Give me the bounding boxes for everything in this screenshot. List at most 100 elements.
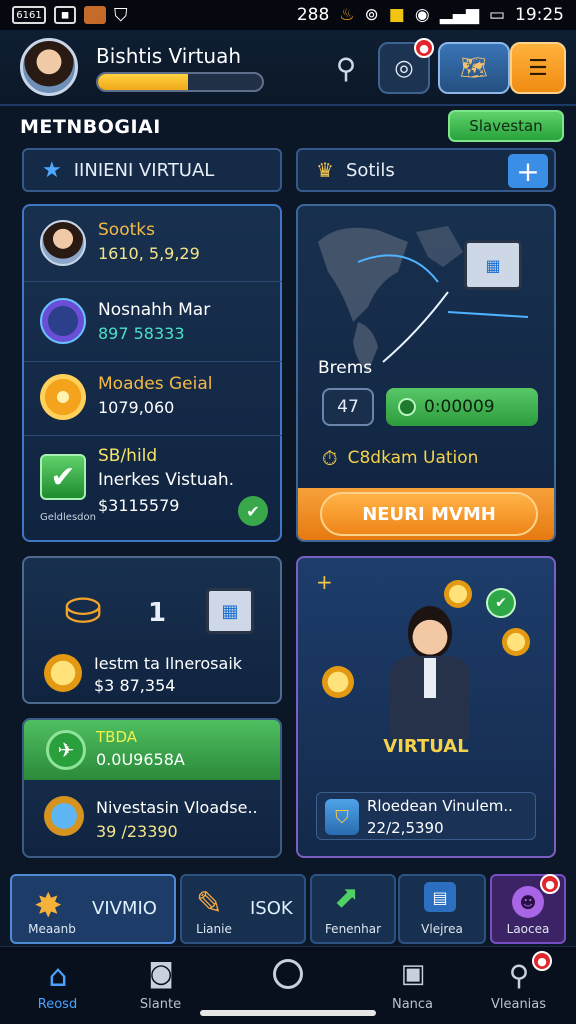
search-icon: ⚲	[335, 51, 357, 85]
briefcase-icon: ▣	[400, 959, 426, 989]
coin-icon	[44, 654, 82, 692]
item-value: $3115579	[98, 496, 180, 515]
chest-number: 1	[148, 598, 167, 628]
nav-home[interactable]: ⌂ Reosd	[0, 947, 115, 1024]
count-pill: 47	[322, 388, 374, 426]
status-bar: 6161 ◼ ⛉ 288 ♨ ⊚ ■ ◉ ▂▄▆ ▭ 19:25	[0, 0, 576, 30]
tablet-icon: ▦	[464, 240, 522, 290]
banner-value: 0.0U9658A	[96, 750, 185, 769]
nav-label: Reosd	[37, 997, 78, 1012]
cta-button[interactable]: NEURI MVMH	[320, 492, 538, 536]
tab-virtual[interactable]: ★ IINIENI VIRTUAL	[22, 148, 282, 192]
tab-label: Lianie	[196, 922, 232, 936]
balance-pill[interactable]: 0:00009	[386, 388, 538, 426]
card-title: Iestm ta Ilnerosaik	[94, 654, 243, 673]
stats-list-panel: Sootks 1610, 5,9,29 Nosnahh Mar 897 5833…	[22, 204, 282, 542]
item-value: 1079,060	[98, 398, 175, 417]
home-icon: ⌂	[48, 959, 68, 994]
coin-icon	[322, 666, 354, 698]
tab-label: IINIENI VIRTUAL	[73, 159, 215, 181]
item-subtitle: Inerkes Vistuah.	[98, 470, 235, 490]
card-value: $3 87,354	[94, 676, 176, 695]
xp-bar-fill	[98, 74, 189, 90]
tab-vivmio[interactable]: ✸ VIVMIO Meaanb	[10, 874, 176, 944]
avatar[interactable]	[20, 38, 78, 96]
green-banner[interactable]: ✈ TBDA 0.0U9658A	[24, 720, 280, 780]
nav-label: Vleanias	[490, 997, 547, 1012]
list-item[interactable]: Moades Geial 1079,060	[24, 362, 282, 436]
invest-value: 39 /23390	[96, 822, 178, 841]
coin-icon	[40, 374, 86, 420]
device-icon: ▦	[206, 588, 254, 634]
tab-label: Laocea	[506, 922, 550, 936]
alarm-icon: ⊚	[364, 5, 379, 25]
coin-icon	[398, 398, 416, 416]
wifi-icon: ◉	[414, 5, 430, 25]
coin-icon	[502, 628, 530, 656]
pencil-icon: ✎	[196, 884, 223, 922]
stopwatch-icon: ⏱	[322, 446, 338, 470]
list-item[interactable]: Sootks 1610, 5,9,29	[24, 206, 282, 282]
tab-fenenhar[interactable]: ⬈ Fenenhar	[310, 874, 396, 944]
section-title: METNBOGIAI	[20, 116, 161, 138]
treasure-chest-icon: ⛀	[63, 580, 103, 634]
notify-icon: ■	[388, 5, 405, 25]
search-button[interactable]: ⚲	[320, 42, 372, 94]
tab-skills[interactable]: ♛ Sotils +	[296, 148, 556, 192]
screen-icon: ◼	[54, 6, 76, 24]
home-indicator[interactable]	[200, 1010, 376, 1016]
balance-value: 0:00009	[424, 397, 495, 417]
invest-title: Nivestasin Vloadse..	[96, 798, 258, 817]
chest-card[interactable]: ⛀ 1 ▦ Iestm ta Ilnerosaik $3 87,354	[22, 556, 282, 704]
map-icon: 🗺	[460, 55, 488, 81]
tab-label: Meaanb	[28, 922, 76, 936]
item-caption: Geldlesdon	[40, 512, 96, 523]
item-value: 1610, 5,9,29	[98, 244, 200, 263]
menu-button[interactable]: ☰	[510, 42, 566, 94]
signal-icon: ▂▄▆	[439, 5, 479, 25]
coin-icon	[444, 580, 472, 608]
item-title: Nosnahh Mar	[98, 300, 211, 320]
profile-icon: ⚲	[508, 959, 530, 992]
tab-isok[interactable]: ✎ ISOK Lianie	[180, 874, 306, 944]
confirm-button[interactable]: ✔	[238, 496, 268, 526]
map-button[interactable]: 🗺	[438, 42, 510, 94]
notification-badge: ●	[532, 951, 552, 971]
bottom-tabs: ✸ VIVMIO Meaanb ✎ ISOK Lianie ⬈ Fenenhar…	[0, 874, 576, 946]
face-icon: ☻	[512, 886, 544, 918]
tab-laocea[interactable]: ☻ ● Laocea	[490, 874, 566, 944]
globe-icon	[40, 298, 86, 344]
virtual-card[interactable]: + ✔ VIRTUAL ⛉ Rloedean Vinulem.. 22/2,53…	[296, 556, 556, 858]
home-circle-icon	[273, 959, 303, 989]
add-button[interactable]: +	[508, 154, 548, 188]
checkmark-icon: ✔	[40, 454, 86, 500]
status-text: 288	[296, 5, 330, 25]
menu-icon: ☰	[528, 55, 548, 81]
row-box[interactable]: ⛉ Rloedean Vinulem.. 22/2,5390	[316, 792, 536, 840]
app-icon	[84, 6, 106, 24]
tab-label: Fenenhar	[324, 922, 382, 936]
tab-vlejrea[interactable]: ▤ Vlejrea	[398, 874, 486, 944]
avatar	[40, 220, 86, 266]
fire-icon: ♨	[339, 5, 355, 25]
section-action-button[interactable]: Slavestan	[448, 110, 564, 142]
xp-bar	[96, 72, 264, 92]
list-item[interactable]: Nosnahh Mar 897 58333	[24, 282, 282, 362]
globe-coin-icon[interactable]	[44, 796, 84, 836]
nav-profile[interactable]: ⚲ ● Vleanias	[461, 947, 576, 1024]
businesswoman-illustration	[380, 606, 480, 740]
notifications-button[interactable]: ◎ ●	[378, 38, 434, 94]
status-row: ⏱ C8dkam Uation	[322, 446, 478, 470]
shield-icon: ⛉	[114, 4, 128, 26]
map-label: Brems	[318, 358, 373, 378]
notification-badge: ●	[414, 38, 434, 58]
badge-icon: ⛉	[325, 799, 359, 835]
invest-card: ✈ TBDA 0.0U9658A Nivestasin Vloadse.. 39…	[22, 718, 282, 858]
star-badge-icon: ✸	[34, 886, 63, 926]
plus-icon: +	[316, 570, 333, 594]
check-badge-icon: ✔	[486, 588, 516, 618]
list-item[interactable]: ✔ SB/hild Inerkes Vistuah. $3115579 Geld…	[24, 436, 282, 540]
tab-title: VIVMIO	[92, 898, 157, 919]
row-value: 22/2,5390	[367, 819, 444, 837]
notification-badge: ●	[540, 874, 560, 894]
